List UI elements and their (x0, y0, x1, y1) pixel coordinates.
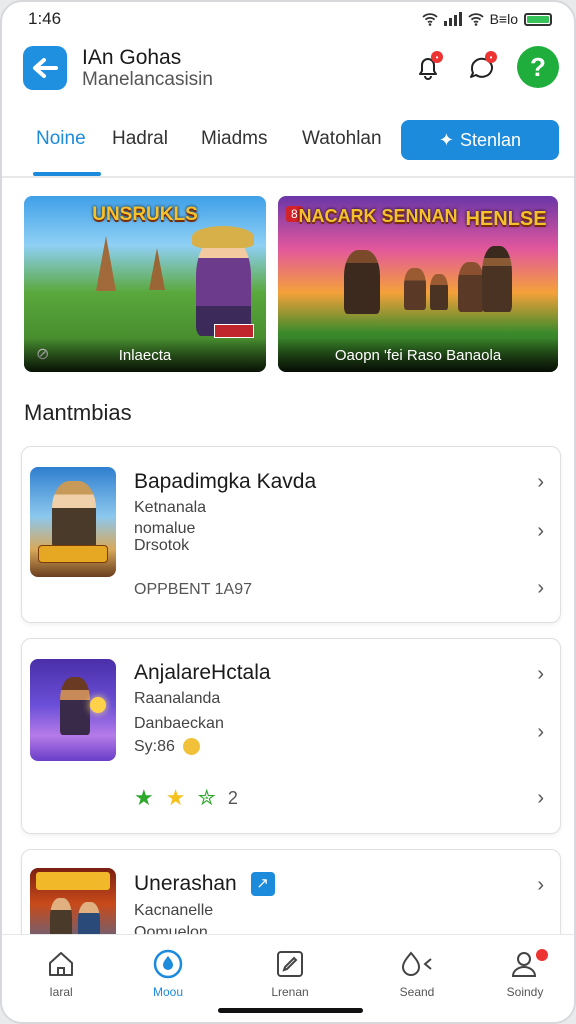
user-icon (480, 947, 570, 981)
game-3-logo (36, 872, 110, 890)
chevron-right-icon[interactable]: › (537, 471, 544, 494)
messages-badge: • (485, 51, 497, 63)
tab-watohlan[interactable]: Watohlan (302, 128, 382, 150)
featured-game-banner-2[interactable]: 8 NACARK SENNAN HENLSE Oaopn 'fei Raso B… (278, 196, 558, 372)
battery-icon (524, 12, 552, 26)
wifi-icon (421, 12, 438, 26)
game-1-footer: OPPBENT 1A97 (134, 581, 252, 598)
game-2-character (60, 677, 90, 735)
game-2-name: AnjalareHctala (134, 661, 271, 684)
nav-home[interactable]: Iaral (16, 947, 106, 999)
status-bar: 1:46 B≡lo (2, 2, 574, 36)
page-title: IAn Gohas (82, 46, 182, 69)
nav-seand[interactable]: Seand (372, 947, 462, 999)
chevron-right-icon[interactable]: › (537, 577, 544, 600)
app-header: IAn Gohas Manelancasisin • • ? (2, 36, 574, 106)
home-indicator[interactable] (218, 1008, 363, 1013)
page-subtitle: Manelancasisin (82, 69, 213, 90)
villager-character-1 (344, 250, 380, 314)
game-card-1[interactable]: Bapadimgka Kavda Ketnanala nomalue Drsot… (21, 446, 561, 623)
game-3-name: Unerashan ↗ (134, 872, 275, 897)
game-card-2[interactable]: AnjalareHctala Raanalanda Danbaeckan Sy:… (21, 638, 561, 834)
start-button[interactable]: ✦ Stenlan (401, 120, 559, 160)
signal-icon (443, 12, 462, 26)
hero-character (196, 236, 251, 336)
chevron-right-icon[interactable]: › (537, 721, 544, 744)
game-1-character (52, 481, 96, 549)
banner-1-badge (214, 324, 254, 338)
game-3-name-text: Unerashan (134, 872, 237, 895)
nav-lrenan-label: Lrenan (271, 985, 309, 999)
chevron-right-icon[interactable]: › (537, 874, 544, 897)
phone-frame: 1:46 B≡lo IAn Gohas Manelancasisin • • ?… (0, 0, 576, 1024)
game-1-line1: Ketnanala (134, 499, 207, 516)
active-tab-indicator (33, 172, 101, 176)
chevron-right-icon[interactable]: › (537, 663, 544, 686)
hero-hair (192, 226, 254, 248)
tab-bar: Noine Hadral Miadms Watohlan ✦ Stenlan (2, 106, 574, 178)
banner-1-title: UNSRUKLS (92, 204, 198, 225)
game-1-line3: Drsotok (134, 537, 190, 554)
question-icon: ? (530, 51, 546, 82)
nav-soindy-label: Soindy (506, 985, 544, 999)
smiley-icon (183, 738, 201, 756)
rating-count: 2 (227, 787, 238, 808)
status-label: B≡lo (489, 11, 518, 27)
tab-miadms[interactable]: Miadms (201, 128, 268, 150)
villager-character-5 (482, 246, 512, 312)
game-2-line2: Danbaeckan (134, 715, 224, 732)
edit-icon (245, 947, 335, 981)
messages-button[interactable]: • (462, 48, 502, 88)
game-1-name: Bapadimgka Kavda (134, 470, 317, 493)
game-2-thumbnail (30, 659, 116, 761)
nav-lrenan[interactable]: Lrenan (245, 947, 335, 999)
featured-game-banner-1[interactable]: UNSRUKLS ⊘ Inlaecta (24, 196, 266, 372)
nav-moou[interactable]: Moou (123, 947, 213, 999)
chevron-right-icon[interactable]: › (537, 787, 544, 810)
tab-hadral[interactable]: Hadral (112, 128, 168, 150)
game-2-line3: Sy:86 (134, 738, 201, 756)
banner-1-caption: Inlaecta (24, 338, 266, 372)
rating-stars: ★ ★ ✮ 2 (134, 785, 238, 811)
nav-home-label: Iaral (49, 985, 73, 999)
wifi-icon-secondary (467, 12, 484, 26)
star-icon: ✮ (197, 785, 216, 810)
status-time: 1:46 (28, 9, 62, 28)
banner-2-title-alt: HENLSE (465, 208, 547, 230)
temple-illustration (96, 236, 116, 291)
fire-icon (372, 947, 462, 981)
section-title: Mantmbias (24, 400, 132, 425)
notification-button[interactable]: • (408, 48, 448, 88)
game-1-line2: nomalue (134, 520, 196, 537)
star-icon: ★ (134, 785, 154, 810)
game-2-line1: Raanalanda (134, 690, 221, 707)
help-button[interactable]: ? (517, 46, 559, 88)
start-button-label: Stenlan (460, 129, 522, 150)
trending-icon: ↗ (250, 872, 275, 897)
villager-character-2 (404, 268, 426, 310)
banner-2-caption: Oaopn 'fei Raso Banaola (278, 338, 558, 372)
game-2-orb (90, 697, 106, 713)
back-button[interactable] (23, 46, 67, 90)
game-1-logo (38, 545, 108, 563)
sparkle-icon: ✦ (438, 129, 455, 150)
star-icon: ★ (165, 785, 186, 810)
tab-home[interactable]: Noine (36, 128, 86, 150)
arrow-left-icon (33, 58, 58, 78)
villager-character-3 (430, 274, 448, 310)
drop-icon (123, 947, 213, 981)
chevron-right-icon[interactable]: › (537, 520, 544, 543)
notification-badge: • (431, 51, 443, 63)
nav-moou-label: Moou (152, 985, 184, 999)
game-2-line3-text: Sy:86 (134, 738, 175, 755)
temple-illustration-2 (149, 248, 165, 290)
nav-soindy[interactable]: Soindy (480, 947, 570, 999)
game-1-thumbnail (30, 467, 116, 577)
profile-badge (536, 949, 548, 961)
home-icon (16, 947, 106, 981)
game-3-line1: Kacnanelle (134, 902, 214, 919)
villager-character-4 (458, 262, 484, 312)
nav-seand-label: Seand (399, 985, 435, 999)
